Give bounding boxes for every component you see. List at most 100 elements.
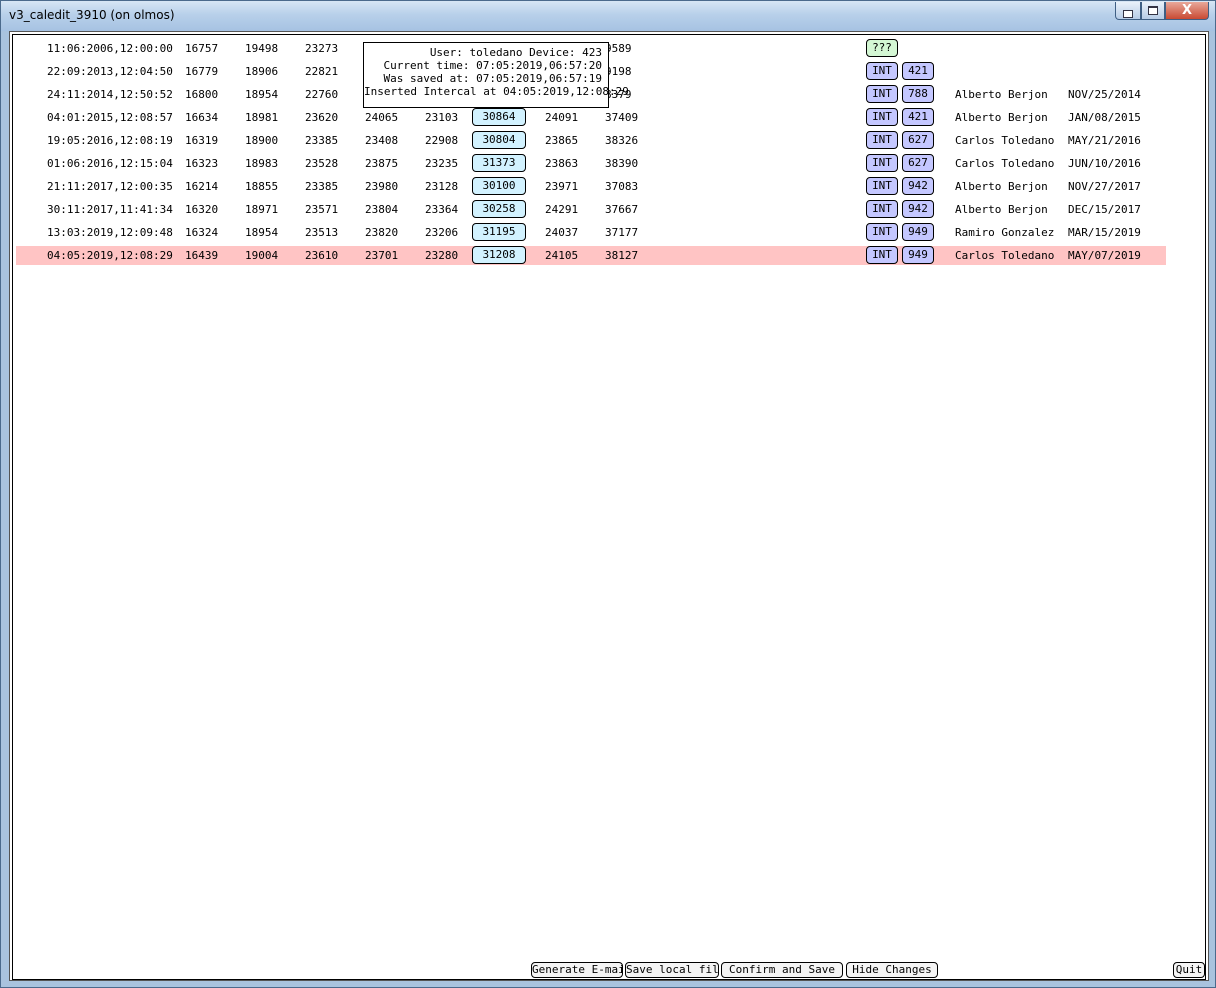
table-row[interactable]: 30:11:2017,11:41:34 16320 18971 23571 23804 2… [16, 200, 1166, 219]
save-local-file-button[interactable]: Save local file [625, 962, 719, 978]
int-button[interactable]: INT [866, 108, 898, 126]
row-user-name: Alberto Berjon [955, 203, 1048, 216]
row-value-5: 23235 [425, 157, 459, 170]
device-button[interactable]: 627 [902, 154, 934, 172]
int-button[interactable]: INT [866, 154, 898, 172]
row-value-4: 23820 [365, 226, 399, 239]
row-value-8: 38390 [605, 157, 639, 170]
int-button[interactable]: INT [866, 62, 898, 80]
row-value-2: 18983 [245, 157, 279, 170]
row-date: 04:05:2019,12:08:29 [47, 249, 173, 262]
row-value-2: 18971 [245, 203, 279, 216]
row-value-2: 18906 [245, 65, 279, 78]
device-button[interactable]: 942 [902, 177, 934, 195]
unknown-type-button[interactable]: ??? [866, 39, 898, 57]
window-controls: X [1115, 2, 1209, 22]
row-value-1: 16324 [185, 226, 219, 239]
title-bar[interactable]: v3_caledit_3910 (on olmos) X [1, 1, 1215, 31]
row-value-4: 23701 [365, 249, 399, 262]
row-calibration-date: JAN/08/2015 [1068, 111, 1141, 124]
row-value-8: 38127 [605, 249, 639, 262]
row-calibration-date: JUN/10/2016 [1068, 157, 1141, 170]
close-button[interactable]: X [1165, 2, 1209, 20]
row-value-4: 23408 [365, 134, 399, 147]
row-date: 13:03:2019,12:09:48 [47, 226, 173, 239]
int-button[interactable]: INT [866, 177, 898, 195]
row-value-2: 18981 [245, 111, 279, 124]
tooltip-user-line: User: toledano Device: 423 [429, 46, 602, 59]
row-value-8: 38326 [605, 134, 639, 147]
row-value-6-box[interactable]: 30258 [472, 200, 526, 218]
row-value-6-box[interactable]: 30864 [472, 108, 526, 126]
int-button[interactable]: INT [866, 131, 898, 149]
row-value-7: 23863 [545, 157, 579, 170]
device-button[interactable]: 421 [902, 108, 934, 126]
row-value-5: 23364 [425, 203, 459, 216]
row-value-6-box[interactable]: 31208 [472, 246, 526, 264]
row-value-6-box[interactable]: 30804 [472, 131, 526, 149]
row-value-6-box[interactable]: 31195 [472, 223, 526, 241]
row-user-name: Carlos Toledano [955, 134, 1055, 147]
row-date: 11:06:2006,12:00:00 [47, 42, 173, 55]
row-value-3: 23571 [305, 203, 339, 216]
table-row[interactable]: 01:06:2016,12:15:04 16323 18983 23528 23875 2… [16, 154, 1166, 173]
row-value-3: 23513 [305, 226, 339, 239]
generate-email-button[interactable]: Generate E-mail [531, 962, 623, 978]
row-value-3: 22821 [305, 65, 339, 78]
row-date: 30:11:2017,11:41:34 [47, 203, 173, 216]
int-button[interactable]: INT [866, 85, 898, 103]
row-value-3: 23385 [305, 134, 339, 147]
device-button[interactable]: 942 [902, 200, 934, 218]
maximize-button[interactable] [1141, 2, 1165, 20]
row-value-5: 23103 [425, 111, 459, 124]
calibration-canvas: 11:06:2006,12:00:00 16757 19498 23273 9589??… [12, 34, 1206, 980]
row-value-2: 18954 [245, 88, 279, 101]
tooltip-saved-line: Was saved at: 07:05:2019,06:57:19 [383, 72, 602, 85]
row-value-1: 16800 [185, 88, 219, 101]
int-button[interactable]: INT [866, 246, 898, 264]
bottom-toolbar: Generate E-mail Save local file Confirm … [13, 962, 1205, 978]
info-tooltip: User: toledano Device: 423 Current time:… [363, 42, 629, 108]
tooltip-inserted-line: Inserted Intercal at 04:05:2019,12:08:29 [364, 85, 629, 98]
device-button[interactable]: 421 [902, 62, 934, 80]
table-row[interactable]: 13:03:2019,12:09:48 16324 18954 23513 23820 2… [16, 223, 1166, 242]
minimize-button[interactable] [1115, 2, 1141, 20]
row-value-4: 24065 [365, 111, 399, 124]
table-row-selected[interactable]: 04:05:2019,12:08:29 16439 19004 23610 23701 2… [16, 246, 1166, 265]
table-row[interactable]: 04:01:2015,12:08:57 16634 18981 23620 24065 2… [16, 108, 1166, 127]
device-button[interactable]: 949 [902, 246, 934, 264]
app-window: v3_caledit_3910 (on olmos) X 11:06:2006,… [0, 0, 1216, 988]
hide-changes-button[interactable]: Hide Changes [846, 962, 938, 978]
row-user-name: Carlos Toledano [955, 249, 1055, 262]
row-value-3: 22760 [305, 88, 339, 101]
int-button[interactable]: INT [866, 223, 898, 241]
row-value-1: 16757 [185, 42, 219, 55]
row-value-8: 37177 [605, 226, 639, 239]
table-row[interactable]: 21:11:2017,12:00:35 16214 18855 23385 23980 2… [16, 177, 1166, 196]
confirm-and-save-button[interactable]: Confirm and Save [721, 962, 843, 978]
row-value-1: 16320 [185, 203, 219, 216]
row-value-2: 18900 [245, 134, 279, 147]
row-value-6-box[interactable]: 30100 [472, 177, 526, 195]
device-button[interactable]: 788 [902, 85, 934, 103]
row-value-3: 23528 [305, 157, 339, 170]
row-date: 01:06:2016,12:15:04 [47, 157, 173, 170]
row-value-7: 24091 [545, 111, 579, 124]
row-user-name: Alberto Berjon [955, 88, 1048, 101]
row-value-6-box[interactable]: 31373 [472, 154, 526, 172]
row-calibration-date: DEC/15/2017 [1068, 203, 1141, 216]
table-row[interactable]: 19:05:2016,12:08:19 16319 18900 23385 23408 2… [16, 131, 1166, 150]
device-button[interactable]: 949 [902, 223, 934, 241]
row-value-4: 23804 [365, 203, 399, 216]
window-title: v3_caledit_3910 (on olmos) [9, 8, 175, 22]
row-value-2: 18855 [245, 180, 279, 193]
row-value-5: 23128 [425, 180, 459, 193]
row-value-7: 23865 [545, 134, 579, 147]
quit-button[interactable]: Quit [1173, 962, 1205, 978]
row-value-2: 18954 [245, 226, 279, 239]
row-calibration-date: MAR/15/2019 [1068, 226, 1141, 239]
int-button[interactable]: INT [866, 200, 898, 218]
device-button[interactable]: 627 [902, 131, 934, 149]
row-date: 21:11:2017,12:00:35 [47, 180, 173, 193]
row-value-7: 24037 [545, 226, 579, 239]
